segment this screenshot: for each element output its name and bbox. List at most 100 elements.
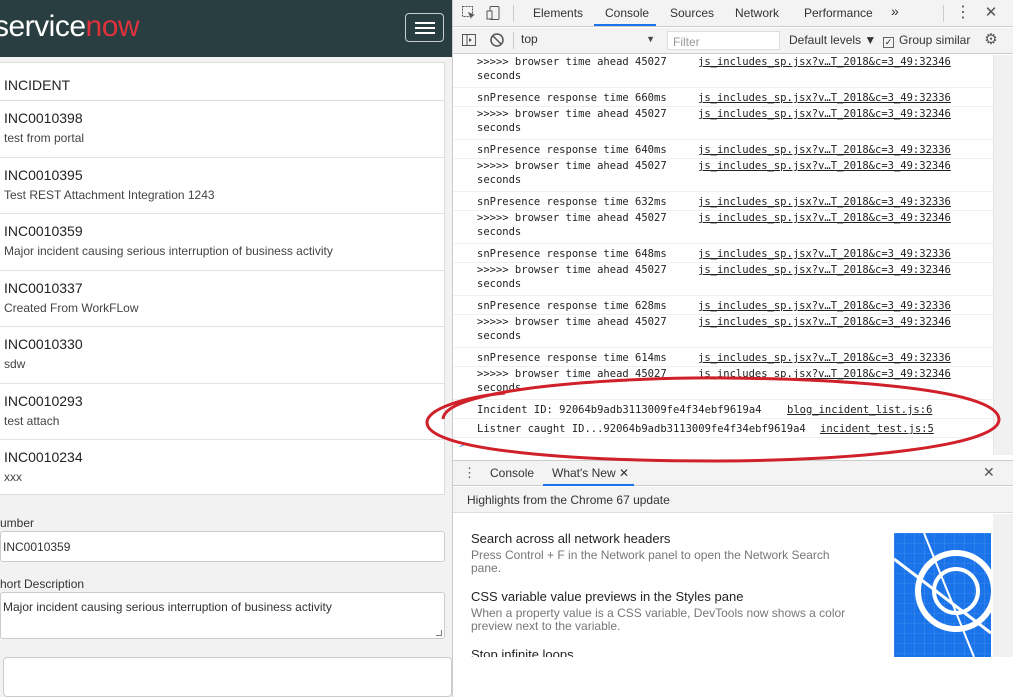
short-description-text: Major incident causing serious interrupt… <box>3 600 332 614</box>
console-message: snPresence response time 648ms js_include… <box>453 244 993 263</box>
console-message: snPresence response time 660ms js_include… <box>453 88 993 107</box>
logo-text-now: now <box>85 10 140 43</box>
console-message: >>>>> browser time ahead 45027 seconds js… <box>453 55 993 88</box>
console-message-text: snPresence response time 628ms <box>477 300 667 312</box>
console-message-text: >>>>> browser time ahead 45027 seconds <box>477 368 667 394</box>
tab-performance[interactable]: Performance <box>804 6 873 20</box>
number-label: umber <box>0 516 35 530</box>
tab-sources[interactable]: Sources <box>670 6 714 20</box>
execution-context-select[interactable]: top ▼ <box>521 32 659 49</box>
tab-elements[interactable]: Elements <box>533 6 583 20</box>
devtools-tab-bar: Elements Console Sources Network Perform… <box>453 0 1013 27</box>
incident-list-heading: INCIDENT <box>0 63 444 101</box>
close-tab-icon[interactable]: ✕ <box>619 466 629 480</box>
console-message-text: >>>>> browser time ahead 45027 seconds <box>477 160 667 186</box>
log-levels-dropdown[interactable]: Default levels ▼ <box>789 33 876 47</box>
console-source-link[interactable]: js_includes_sp.jsx?v…T_2018&c=3_49:32346 <box>698 367 951 381</box>
console-filter-input[interactable]: Filter <box>667 31 780 50</box>
whats-new-highlights-header: Highlights from the Chrome 67 update <box>453 487 1013 513</box>
console-message: snPresence response time 628ms js_include… <box>453 296 993 315</box>
incident-list-panel: INCIDENT INC0010398 test from portal INC00… <box>0 62 445 495</box>
incident-list-item[interactable]: INC0010234 xxx <box>0 440 444 497</box>
incident-list-item[interactable]: INC0010337 Created From WorkFLow <box>0 271 444 327</box>
console-output: >>>>> browser time ahead 45027 seconds js… <box>453 55 993 455</box>
console-source-link[interactable]: js_includes_sp.jsx?v…T_2018&c=3_49:32336 <box>698 247 951 261</box>
kebab-menu-icon[interactable]: ⋮ <box>955 5 971 21</box>
incident-description: test from portal <box>4 131 85 145</box>
incident-list-item[interactable]: INC0010330 sdw <box>0 327 444 384</box>
console-source-link[interactable]: js_includes_sp.jsx?v…T_2018&c=3_49:32346 <box>698 263 951 277</box>
whats-new-item[interactable]: Search across all network headers Press … <box>471 531 871 575</box>
console-scrollbar[interactable] <box>993 55 1013 455</box>
console-message-text: >>>>> browser time ahead 45027 seconds <box>477 56 667 82</box>
checkbox-icon: ✓ <box>883 37 894 48</box>
whats-new-item-body: Press Control + F in the Network panel t… <box>471 548 830 575</box>
incident-description: Created From WorkFLow <box>4 300 139 315</box>
console-settings-gear-icon[interactable]: ⚙ <box>983 32 999 48</box>
incident-number: INC0010398 <box>4 110 83 126</box>
whats-new-scrollbar[interactable] <box>993 514 1013 657</box>
active-tab-indicator <box>594 24 656 26</box>
incident-list-item[interactable]: INC0010359 Major incident causing serious… <box>0 214 444 271</box>
execution-context-value: top <box>521 32 538 46</box>
console-source-link[interactable]: incident_test.js:5 <box>820 422 934 436</box>
resize-grip-icon[interactable] <box>436 630 442 636</box>
inspect-element-icon[interactable] <box>461 5 477 21</box>
console-message: snPresence response time 640ms js_include… <box>453 140 993 159</box>
clear-console-icon[interactable] <box>489 32 505 48</box>
incident-description: Major incident causing serious interrupt… <box>4 244 333 258</box>
group-similar-label: Group similar <box>899 33 971 47</box>
tab-network[interactable]: Network <box>735 6 779 20</box>
incident-description: test attach <box>4 413 60 428</box>
console-source-link[interactable]: js_includes_sp.jsx?v…T_2018&c=3_49:32346 <box>698 159 951 173</box>
console-message: >>>>> browser time ahead 45027 seconds js… <box>453 159 993 192</box>
whats-new-item[interactable]: CSS variable value previews in the Style… <box>471 589 871 633</box>
sidebar-toggle-icon[interactable] <box>461 32 477 48</box>
console-source-link[interactable]: js_includes_sp.jsx?v…T_2018&c=3_49:32336 <box>698 351 951 365</box>
incident-number: INC0010359 <box>4 223 83 239</box>
whats-new-content: Search across all network headers Press … <box>453 514 993 657</box>
drawer-active-tab-indicator <box>543 484 634 486</box>
incident-description: xxx <box>4 470 22 484</box>
incident-description: sdw <box>4 357 26 371</box>
short-description-label: hort Description <box>0 577 85 591</box>
console-source-link[interactable]: blog_incident_list.js:6 <box>787 403 932 417</box>
incident-list-item[interactable]: INC0010395 Test REST Attachment Integrati… <box>0 158 444 214</box>
console-source-link[interactable]: js_includes_sp.jsx?v…T_2018&c=3_49:32336 <box>698 299 951 313</box>
close-devtools-icon[interactable]: ✕ <box>983 5 999 21</box>
close-drawer-icon[interactable]: ✕ <box>983 464 995 481</box>
tab-console[interactable]: Console <box>605 6 649 20</box>
number-field[interactable]: INC0010359 <box>0 531 445 562</box>
console-source-link[interactable]: js_includes_sp.jsx?v…T_2018&c=3_49:32336 <box>698 143 951 157</box>
console-source-link[interactable]: js_includes_sp.jsx?v…T_2018&c=3_49:32346 <box>698 315 951 329</box>
console-message: >>>>> browser time ahead 45027 seconds js… <box>453 263 993 296</box>
console-source-link[interactable]: js_includes_sp.jsx?v…T_2018&c=3_49:32336 <box>698 91 951 105</box>
servicenow-logo[interactable]: servicenow <box>0 10 140 44</box>
device-toolbar-icon[interactable] <box>486 5 502 21</box>
console-message-text: >>>>> browser time ahead 45027 seconds <box>477 108 667 134</box>
drawer-tab-console[interactable]: Console <box>490 466 534 480</box>
incident-list: INC0010398 test from portal INC0010395 Test… <box>0 101 444 497</box>
group-similar-checkbox[interactable]: ✓ Group similar <box>883 33 970 48</box>
drawer-menu-icon[interactable]: ⋮ <box>463 465 476 481</box>
console-source-link[interactable]: js_includes_sp.jsx?v…T_2018&c=3_49:32336 <box>698 195 951 209</box>
whats-new-item[interactable]: Stop infinite loops <box>471 647 871 657</box>
console-source-link[interactable]: js_includes_sp.jsx?v…T_2018&c=3_49:32346 <box>698 211 951 225</box>
short-description-field[interactable]: Major incident causing serious interrupt… <box>0 592 445 639</box>
console-source-link[interactable]: js_includes_sp.jsx?v…T_2018&c=3_49:32346 <box>698 107 951 121</box>
console-source-link[interactable]: js_includes_sp.jsx?v…T_2018&c=3_49:32346 <box>698 55 951 69</box>
drawer-tab-whats-new[interactable]: What's New ✕ <box>552 466 629 480</box>
incident-number: INC0010337 <box>4 279 83 296</box>
console-message-text: Listner caught ID...92064b9adb3113009fe4… <box>477 423 806 435</box>
incident-list-item[interactable]: INC0010398 test from portal <box>0 101 444 158</box>
incident-list-item[interactable]: INC0010293 test attach <box>0 384 444 440</box>
console-message: Incident ID: 92064b9adb3113009fe4f34ebf9… <box>453 400 993 419</box>
more-tabs-icon[interactable]: » <box>891 3 899 19</box>
console-message-text: >>>>> browser time ahead 45027 seconds <box>477 316 667 342</box>
hamburger-menu-button[interactable] <box>405 13 444 42</box>
console-message: Listner caught ID...92064b9adb3113009fe4… <box>453 419 993 438</box>
console-message: snPresence response time 632ms js_include… <box>453 192 993 211</box>
console-prompt[interactable]: > <box>459 439 465 451</box>
dropdown-arrow-icon: ▼ <box>646 34 655 44</box>
console-message: >>>>> browser time ahead 45027 seconds js… <box>453 367 993 400</box>
